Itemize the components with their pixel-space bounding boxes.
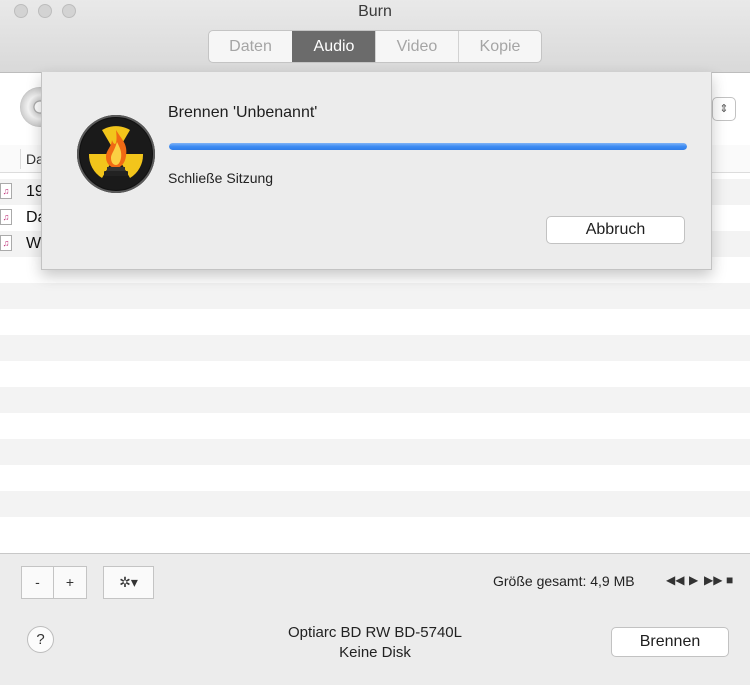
burn-radiation-flame-icon [77,115,155,193]
empty-row [0,439,750,465]
window-title: Burn [358,3,392,20]
music-file-icon: ♫ [0,183,12,199]
empty-row [0,491,750,517]
cancel-button[interactable]: Abbruch [546,216,685,244]
empty-row [0,283,750,309]
music-file-icon: ♫ [0,235,12,251]
progress-fill [169,143,687,150]
burn-button[interactable]: Brennen [611,627,729,657]
stop-icon[interactable]: ■ [726,573,733,587]
mode-tabs: Daten Audio Video Kopie [208,30,542,63]
chevron-updown-icon: ⇕ [719,103,729,115]
disc-type-popup[interactable]: ⇕ [712,97,736,121]
fast-forward-icon[interactable]: ▶▶ [704,573,722,587]
tab-daten[interactable]: Daten [209,31,292,62]
burn-progress-sheet: Brennen 'Unbenannt' Schließe Sitzung Abb… [41,72,712,270]
gear-icon: ✲▾ [119,574,138,590]
drive-name: Optiarc BD RW BD-5740L [288,624,462,641]
action-menu-button[interactable]: ✲▾ [103,566,154,599]
empty-row [0,335,750,361]
help-button[interactable]: ? [27,626,54,653]
sheet-title: Brennen 'Unbenannt' [168,104,318,121]
rewind-icon[interactable]: ◀◀ [666,573,684,587]
add-button[interactable]: + [54,566,87,599]
disc-status: Keine Disk [339,644,411,661]
burn-progress-bar [169,143,687,150]
total-size-label: Größe gesamt: 4,9 MB [493,573,635,589]
remove-button[interactable]: - [21,566,54,599]
play-icon[interactable]: ▶ [689,573,698,587]
title-bar: Burn Daten Audio Video Kopie [0,0,750,73]
tab-kopie[interactable]: Kopie [458,31,541,62]
tab-video[interactable]: Video [375,31,458,62]
row-label: W [26,235,42,252]
music-file-icon: ♫ [0,209,12,225]
tab-audio[interactable]: Audio [292,31,375,62]
status-text: Schließe Sitzung [168,170,274,186]
empty-row [0,387,750,413]
